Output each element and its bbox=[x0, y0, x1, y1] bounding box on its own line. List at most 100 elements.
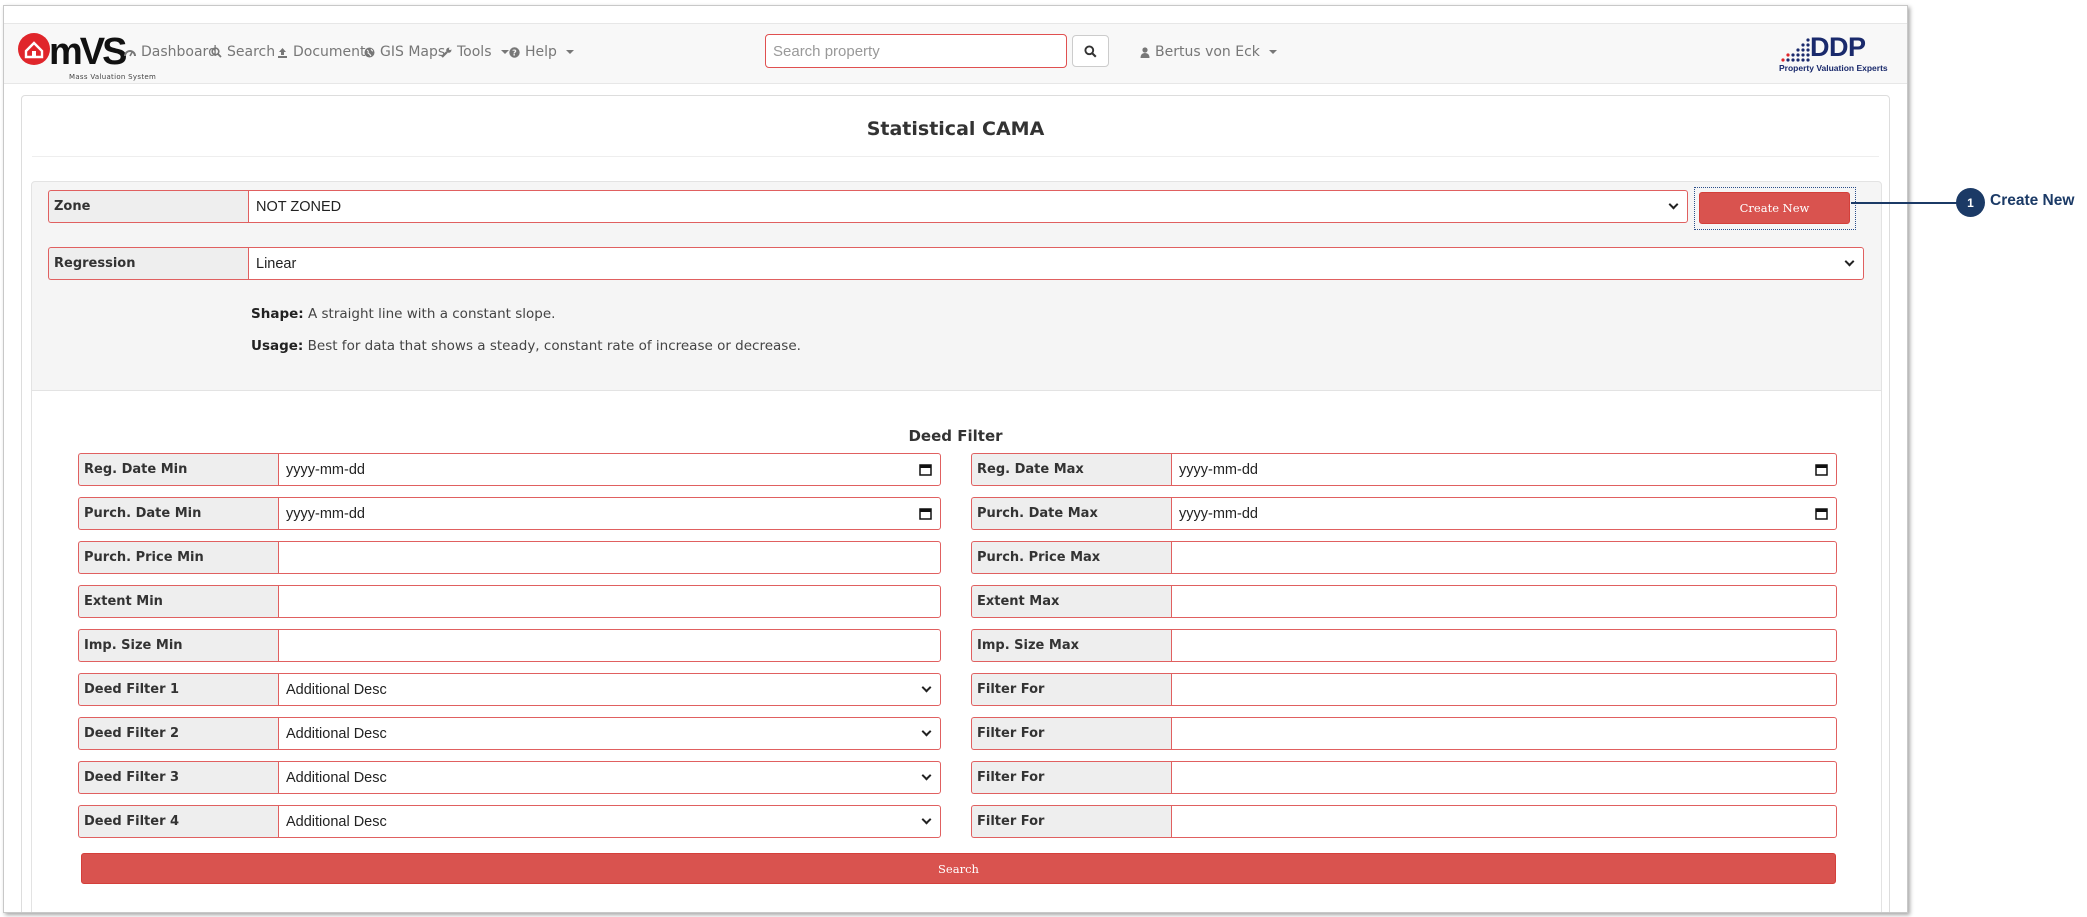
dashboard-icon bbox=[124, 49, 136, 56]
deed-filter-select[interactable]: Additional Desc bbox=[278, 673, 941, 706]
regression-group: Regression Linear bbox=[48, 247, 1864, 280]
calendar-icon[interactable] bbox=[919, 463, 932, 476]
ddp-dots-icon bbox=[1781, 38, 1810, 62]
property-search-button[interactable] bbox=[1072, 35, 1109, 67]
chevron-down-icon bbox=[1668, 199, 1679, 210]
app-window: mVS Mass Valuation System Dashboard Sear… bbox=[3, 5, 1908, 913]
calendar-icon[interactable] bbox=[1815, 463, 1828, 476]
text-input[interactable] bbox=[278, 585, 941, 618]
property-search-placeholder: Search property bbox=[773, 42, 880, 60]
zone-group: Zone NOT ZONED bbox=[48, 190, 1688, 223]
text-input[interactable] bbox=[278, 629, 941, 662]
page-title: Statistical CAMA bbox=[866, 118, 1045, 140]
deed-filter-title: Deed Filter bbox=[908, 427, 1003, 445]
nav-gis-maps-label: GIS Maps bbox=[380, 44, 446, 60]
deed-filter-label: Imp. Size Min bbox=[78, 629, 278, 662]
user-menu[interactable]: Bertus von Eck bbox=[1140, 44, 1277, 60]
deed-filter-label: Deed Filter 2 bbox=[78, 717, 278, 750]
svg-text:mVS: mVS bbox=[49, 31, 126, 73]
chevron-down-icon bbox=[921, 682, 932, 693]
text-input[interactable] bbox=[1171, 717, 1837, 750]
deed-filter-label: Extent Min bbox=[78, 585, 278, 618]
text-input[interactable] bbox=[1171, 805, 1837, 838]
chevron-down-icon bbox=[921, 770, 932, 781]
deed-filter-label: Purch. Price Min bbox=[78, 541, 278, 574]
deed-filter-label: Purch. Price Max bbox=[971, 541, 1171, 574]
nav-help-label: Help bbox=[525, 44, 557, 60]
nav-documents-label: Documents bbox=[293, 44, 373, 60]
text-input[interactable] bbox=[1171, 761, 1837, 794]
chevron-down-icon bbox=[921, 726, 932, 737]
title-divider bbox=[32, 156, 1879, 157]
upload-icon bbox=[278, 47, 287, 58]
nav-tools-label: Tools bbox=[457, 44, 492, 60]
chevron-down-icon bbox=[1268, 50, 1277, 54]
search-icon bbox=[1084, 44, 1097, 58]
shape-text: A straight line with a constant slope. bbox=[307, 306, 556, 322]
deed-filter-select[interactable]: Additional Desc bbox=[278, 717, 941, 750]
regression-shape: Shape: A straight line with a constant s… bbox=[251, 306, 555, 322]
deed-filter-row: Imp. Size Max bbox=[971, 629, 1837, 662]
deed-filter-select[interactable]: Additional Desc bbox=[278, 761, 941, 794]
nav-documents[interactable]: Documents bbox=[277, 44, 373, 60]
search-icon bbox=[211, 46, 222, 58]
field-value: Additional Desc bbox=[286, 681, 387, 698]
deed-filter-row: Extent Max bbox=[971, 585, 1837, 618]
date-input[interactable]: yyyy-mm-dd bbox=[1171, 453, 1837, 486]
deed-filter-row: Purch. Price Min bbox=[78, 541, 941, 574]
nav-search[interactable]: Search bbox=[211, 44, 275, 60]
nav-help[interactable]: ? Help bbox=[509, 44, 574, 60]
globe-icon bbox=[364, 47, 375, 57]
deed-filter-row: Purch. Date Min yyyy-mm-dd bbox=[78, 497, 941, 530]
date-input[interactable]: yyyy-mm-dd bbox=[1171, 497, 1837, 530]
deed-filter-row: Reg. Date Max yyyy-mm-dd bbox=[971, 453, 1837, 486]
deed-filter-row: Filter For bbox=[971, 717, 1837, 750]
deed-search-button[interactable]: Search bbox=[81, 853, 1836, 884]
deed-filter-row: Purch. Date Max yyyy-mm-dd bbox=[971, 497, 1837, 530]
user-icon bbox=[1140, 46, 1150, 58]
usage-label: Usage: bbox=[251, 338, 304, 354]
chevron-down-icon bbox=[1844, 256, 1855, 267]
create-new-button[interactable]: Create New bbox=[1699, 192, 1850, 224]
deed-filter-label: Filter For bbox=[971, 761, 1171, 794]
deed-filter-row: Reg. Date Min yyyy-mm-dd bbox=[78, 453, 941, 486]
deed-filter-label: Extent Max bbox=[971, 585, 1171, 618]
deed-filter-label: Deed Filter 1 bbox=[78, 673, 278, 706]
zone-label: Zone bbox=[48, 190, 248, 223]
nav-gis-maps[interactable]: GIS Maps bbox=[364, 44, 445, 60]
deed-filter-label: Deed Filter 4 bbox=[78, 805, 278, 838]
callout-label: Create New bbox=[1990, 192, 2075, 209]
nav-dashboard[interactable]: Dashboard bbox=[124, 44, 217, 60]
property-search-input[interactable]: Search property bbox=[765, 34, 1067, 68]
deed-filter-label: Imp. Size Max bbox=[971, 629, 1171, 662]
usage-text: Best for data that shows a steady, const… bbox=[307, 338, 801, 354]
calendar-icon[interactable] bbox=[1815, 507, 1828, 520]
field-value: Additional Desc bbox=[286, 813, 387, 830]
regression-usage: Usage: Best for data that shows a steady… bbox=[251, 338, 801, 354]
nav-tools[interactable]: Tools bbox=[441, 44, 509, 60]
top-navbar: mVS Mass Valuation System Dashboard Sear… bbox=[4, 23, 1907, 84]
text-input[interactable] bbox=[1171, 541, 1837, 574]
deed-filter-row: Extent Min bbox=[78, 585, 941, 618]
regression-select[interactable]: Linear bbox=[248, 247, 1864, 280]
text-input[interactable] bbox=[278, 541, 941, 574]
deed-filter-row: Deed Filter 2 Additional Desc bbox=[78, 717, 941, 750]
deed-filter-label: Reg. Date Max bbox=[971, 453, 1171, 486]
field-value: yyyy-mm-dd bbox=[1179, 505, 1258, 522]
calendar-icon[interactable] bbox=[919, 507, 932, 520]
zone-select[interactable]: NOT ZONED bbox=[248, 190, 1688, 223]
deed-filter-label: Deed Filter 3 bbox=[78, 761, 278, 794]
text-input[interactable] bbox=[1171, 585, 1837, 618]
callout-connector bbox=[1851, 202, 1958, 204]
field-value: yyyy-mm-dd bbox=[1179, 461, 1258, 478]
deed-filter-select[interactable]: Additional Desc bbox=[278, 805, 941, 838]
callout-number-badge: 1 bbox=[1956, 188, 1985, 217]
deed-filter-row: Purch. Price Max bbox=[971, 541, 1837, 574]
text-input[interactable] bbox=[1171, 673, 1837, 706]
date-input[interactable]: yyyy-mm-dd bbox=[278, 453, 941, 486]
deed-filter-label: Reg. Date Min bbox=[78, 453, 278, 486]
ddp-logo-subtitle: Property Valuation Experts bbox=[1779, 63, 1888, 73]
text-input[interactable] bbox=[1171, 629, 1837, 662]
deed-filter-row: Deed Filter 3 Additional Desc bbox=[78, 761, 941, 794]
date-input[interactable]: yyyy-mm-dd bbox=[278, 497, 941, 530]
